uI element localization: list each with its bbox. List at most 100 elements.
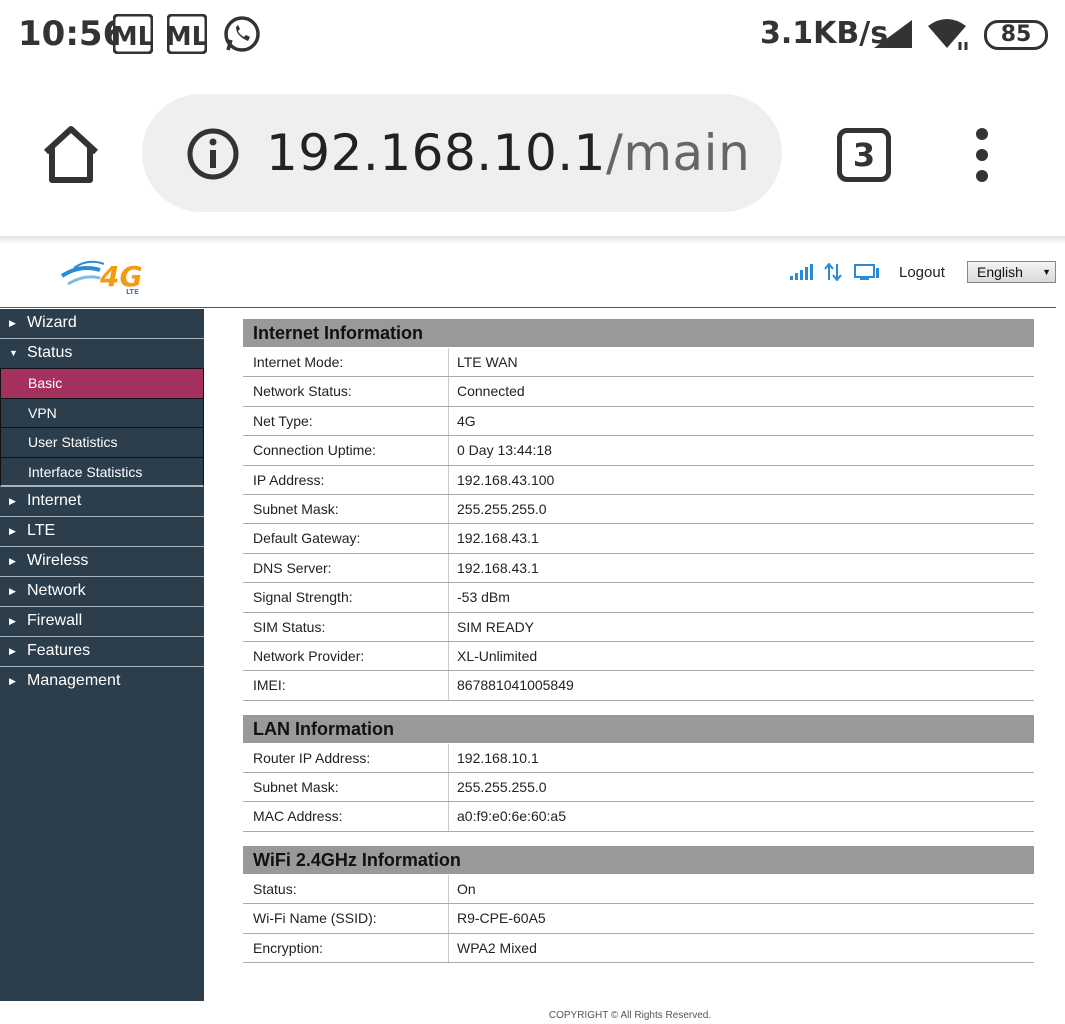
device-monitor-icon: [854, 264, 879, 280]
caret-right-icon: ▶: [9, 646, 16, 656]
row-label: MAC Address:: [243, 802, 449, 831]
sidebar-item-wireless[interactable]: ▶ Wireless: [0, 547, 204, 577]
row-value: 255.255.255.0: [457, 779, 547, 796]
svg-text:LTE: LTE: [126, 288, 139, 296]
table-row: Wi-Fi Name (SSID): R9-CPE-60A5: [243, 904, 1034, 934]
caret-right-icon: ▶: [9, 556, 16, 566]
caret-right-icon: ▶: [9, 676, 16, 686]
row-label: Network Status:: [243, 377, 449, 406]
caret-right-icon: ▶: [9, 496, 16, 506]
table-row: MAC Address: a0:f9:e0:6e:60:a5: [243, 802, 1034, 832]
clock: 10:56: [18, 14, 127, 54]
address-bar[interactable]: 192.168.10.1/main.htm: [142, 94, 782, 212]
row-value: a0:f9:e0:6e:60:a5: [457, 808, 566, 825]
url-path: /main.htm: [605, 124, 752, 182]
table-row: Net Type: 4G: [243, 406, 1034, 437]
sidebar-item-wizard[interactable]: ▶ Wizard: [0, 309, 204, 339]
sidebar-subitem-user-statistics[interactable]: User Statistics: [0, 428, 204, 458]
row-value: 4G: [457, 412, 476, 429]
table-row: Network Status: Connected: [243, 377, 1034, 407]
language-select[interactable]: English ▼: [967, 261, 1056, 283]
url-host: 192.168.10.1: [266, 124, 606, 182]
sidebar-item-label: Network: [27, 582, 86, 599]
home-icon[interactable]: [40, 124, 102, 186]
row-value: R9-CPE-60A5: [457, 910, 546, 927]
sidebar-subitem-interface-statistics[interactable]: Interface Statistics: [0, 457, 204, 487]
sidebar-item-internet[interactable]: ▶ Internet: [0, 487, 204, 517]
header-divider: [0, 307, 1056, 308]
caret-right-icon: ▶: [9, 318, 16, 328]
main-content: Internet Information Internet Mode: LTE W…: [243, 319, 1034, 977]
table-row: Encryption: WPA2 Mixed: [243, 933, 1034, 964]
sidebar-item-label: Status: [27, 344, 73, 361]
wifi-information-section: WiFi 2.4GHz Information Status: On Wi-Fi …: [243, 845, 1034, 964]
sidebar-item-label: Features: [27, 642, 91, 659]
row-value: WPA2 Mixed: [457, 939, 537, 956]
table-row: Default Gateway: 192.168.43.1: [243, 524, 1034, 554]
row-label: Status:: [243, 874, 449, 904]
sidebar-item-features[interactable]: ▶ Features: [0, 637, 204, 667]
section-title: WiFi 2.4GHz Information: [243, 845, 1034, 875]
sidebar-subitem-basic[interactable]: Basic: [0, 369, 204, 399]
row-label: Router IP Address:: [243, 743, 449, 773]
svg-text:ML: ML: [113, 22, 153, 52]
info-icon[interactable]: [186, 127, 240, 181]
row-value: XL-Unlimited: [457, 647, 538, 664]
signal-bars-icon: [790, 264, 813, 280]
android-status-bar: 10:56 ML ML 3.1KB/s 85: [0, 0, 1065, 70]
whatsapp-icon: [224, 16, 260, 52]
battery-indicator: 85: [984, 20, 1048, 50]
overflow-menu-icon[interactable]: [968, 128, 996, 182]
sidebar-item-label: Firewall: [27, 612, 83, 629]
row-label: Default Gateway:: [243, 524, 449, 553]
url-text[interactable]: 192.168.10.1/main.htm: [266, 124, 752, 182]
table-row: Subnet Mask: 255.255.255.0: [243, 773, 1034, 803]
tab-switcher-button[interactable]: 3: [837, 128, 891, 182]
lan-information-section: LAN Information Router IP Address: 192.16…: [243, 714, 1034, 832]
table-row: Internet Mode: LTE WAN: [243, 348, 1034, 378]
caret-right-icon: ▶: [9, 526, 16, 536]
table-row: DNS Server: 192.168.43.1: [243, 553, 1034, 584]
sidebar-subitem-label: Interface Statistics: [28, 463, 143, 480]
table-row: IP Address: 192.168.43.100: [243, 465, 1034, 495]
sidebar-subitem-label: User Statistics: [28, 434, 118, 450]
row-value: On: [457, 880, 476, 897]
row-label: Subnet Mask:: [243, 494, 449, 524]
table-row: Network Provider: XL-Unlimited: [243, 641, 1034, 672]
row-label: Wi-Fi Name (SSID):: [243, 904, 449, 933]
caret-right-icon: ▶: [9, 586, 16, 596]
sidebar-item-lte[interactable]: ▶ LTE: [0, 517, 204, 547]
internet-information-section: Internet Information Internet Mode: LTE W…: [243, 319, 1034, 701]
sidebar-item-status[interactable]: ▼ Status: [0, 339, 204, 369]
sidebar-nav: ▶ Wizard ▼ Status Basic VPN User Statistic…: [0, 309, 204, 1001]
sidebar-item-label: Internet: [27, 492, 82, 509]
row-label: Network Provider:: [243, 641, 449, 671]
sidebar-item-network[interactable]: ▶ Network: [0, 577, 204, 607]
dropdown-arrow-icon: ▼: [1042, 267, 1051, 277]
row-value: LTE WAN: [457, 354, 518, 370]
table-row: Subnet Mask: 255.255.255.0: [243, 494, 1034, 525]
ml-app-icon: ML: [113, 14, 153, 54]
caret-right-icon: ▶: [9, 616, 16, 626]
table-row: Signal Strength: -53 dBm: [243, 583, 1034, 613]
row-label: DNS Server:: [243, 553, 449, 583]
sidebar-subitem-vpn[interactable]: VPN: [0, 398, 204, 428]
language-select-value: English: [977, 264, 1023, 280]
table-row: SIM Status: SIM READY: [243, 612, 1034, 642]
copyright-text: COPYRIGHT © All Rights Reserved.: [548, 1010, 712, 1021]
logout-link[interactable]: Logout: [899, 264, 945, 281]
table-row: Status: On: [243, 874, 1034, 905]
wifi-icon: [928, 19, 968, 50]
row-value: -53 dBm: [457, 589, 510, 606]
caret-down-icon: ▼: [9, 348, 18, 358]
ml-app-icon: ML: [167, 14, 207, 54]
row-value: 0 Day 13:44:18: [457, 442, 552, 459]
sidebar-item-management[interactable]: ▶ Management: [0, 667, 204, 697]
sidebar-subitem-label: VPN: [28, 404, 57, 421]
sidebar-item-firewall[interactable]: ▶ Firewall: [0, 607, 204, 637]
row-label: SIM Status:: [243, 612, 449, 641]
row-label: IP Address:: [243, 465, 449, 494]
row-value: 192.168.43.100: [457, 471, 555, 488]
table-row: IMEI: 867881041005849: [243, 671, 1034, 701]
row-label: Net Type:: [243, 406, 449, 436]
